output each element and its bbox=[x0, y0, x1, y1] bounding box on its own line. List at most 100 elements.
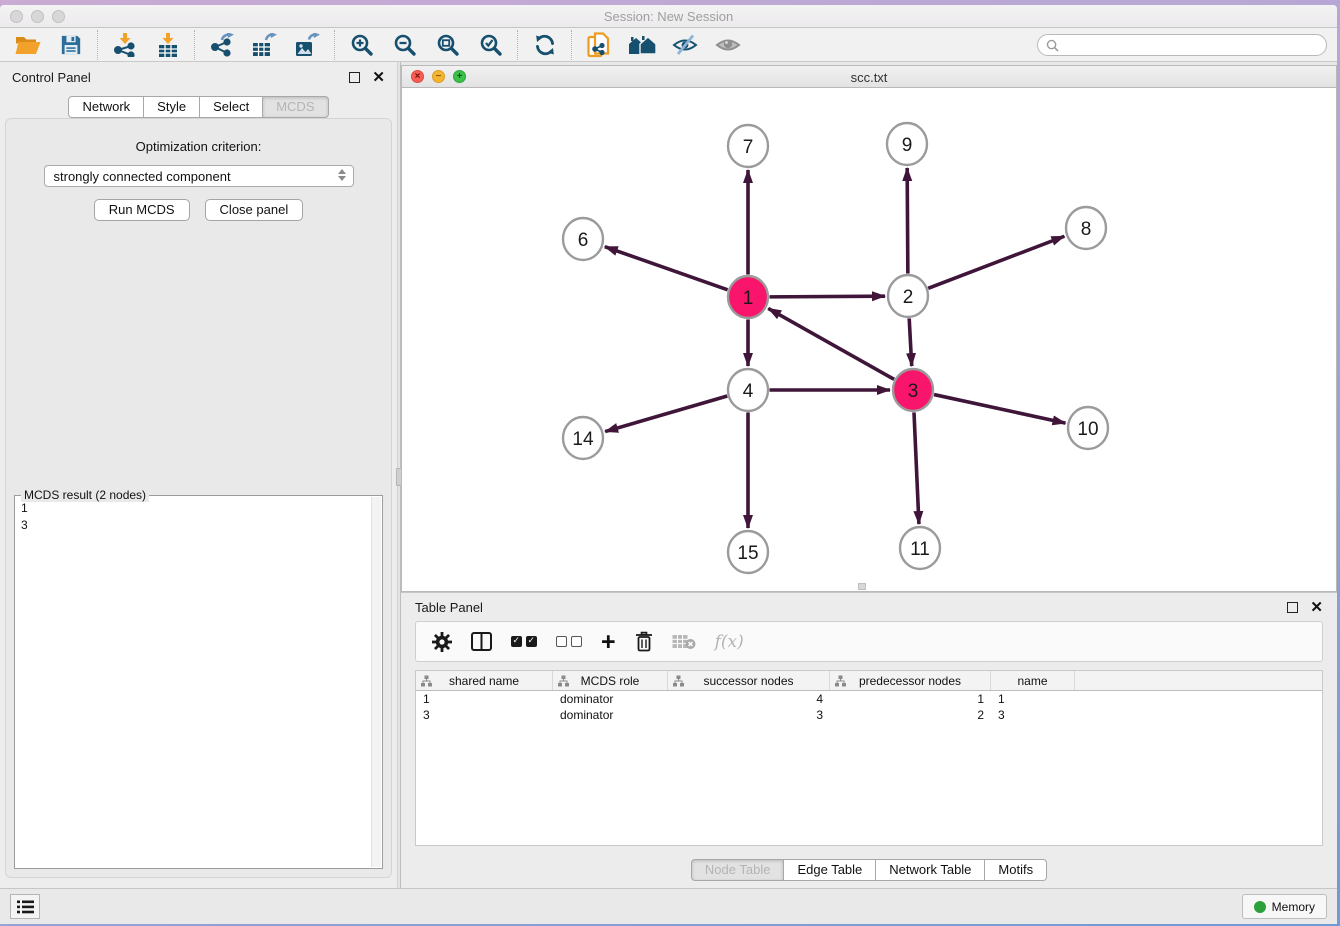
tab-select[interactable]: Select bbox=[200, 96, 263, 118]
float-panel-icon[interactable] bbox=[349, 72, 360, 83]
open-session-button[interactable] bbox=[6, 29, 49, 61]
toolbar-separator bbox=[517, 30, 518, 60]
column-header-name[interactable]: name bbox=[991, 671, 1075, 690]
node-7[interactable]: 7 bbox=[728, 125, 768, 167]
network-scrollbar-grip[interactable] bbox=[858, 583, 866, 590]
node-15[interactable]: 15 bbox=[728, 531, 768, 573]
task-history-button[interactable] bbox=[10, 894, 40, 919]
table-row[interactable]: 1dominator411 bbox=[416, 691, 1322, 707]
select-all-checkboxes-button[interactable] bbox=[511, 636, 537, 647]
tab-motifs[interactable]: Motifs bbox=[985, 859, 1047, 881]
columns-icon bbox=[471, 632, 492, 651]
network-window-titlebar[interactable]: × − + scc.txt bbox=[401, 65, 1337, 88]
table-cell[interactable]: 2 bbox=[830, 708, 991, 722]
node-9[interactable]: 9 bbox=[887, 123, 927, 165]
export-network-button[interactable] bbox=[200, 29, 243, 61]
table-cell[interactable]: 1 bbox=[991, 692, 1075, 706]
show-panel-button[interactable] bbox=[706, 29, 749, 61]
tab-network-table[interactable]: Network Table bbox=[876, 859, 985, 881]
table-row[interactable]: 3dominator323 bbox=[416, 707, 1322, 723]
node-label: 6 bbox=[578, 230, 589, 251]
close-panel-icon[interactable]: ✕ bbox=[372, 72, 385, 83]
node-label: 2 bbox=[903, 287, 914, 308]
table-options-gear-button[interactable] bbox=[432, 632, 452, 652]
node-8[interactable]: 8 bbox=[1066, 207, 1106, 249]
column-header-predecessor-nodes[interactable]: predecessor nodes bbox=[830, 671, 991, 690]
zoom-out-button[interactable] bbox=[383, 29, 426, 61]
add-column-button[interactable]: + bbox=[601, 632, 616, 652]
node-11[interactable]: 11 bbox=[900, 527, 940, 569]
table-header-row: shared nameMCDS rolesuccessor nodesprede… bbox=[416, 671, 1322, 691]
save-floppy-icon bbox=[60, 34, 82, 56]
edge-2-3[interactable] bbox=[909, 318, 912, 366]
zoom-selected-button[interactable] bbox=[469, 29, 512, 61]
result-scrollbar[interactable] bbox=[371, 497, 381, 867]
delete-table-button[interactable] bbox=[672, 634, 696, 650]
mcds-result-title: MCDS result (2 nodes) bbox=[21, 488, 149, 502]
tab-mcds[interactable]: MCDS bbox=[263, 96, 328, 118]
edge-1-6[interactable] bbox=[605, 247, 728, 290]
table-cell[interactable]: 3 bbox=[668, 708, 830, 722]
node-1[interactable]: 1 bbox=[728, 276, 768, 318]
edge-3-11[interactable] bbox=[914, 412, 919, 524]
table-cell[interactable]: 1 bbox=[830, 692, 991, 706]
tab-edge-table[interactable]: Edge Table bbox=[784, 859, 876, 881]
result-line: 1 bbox=[21, 500, 376, 517]
node-3[interactable]: 3 bbox=[893, 369, 933, 411]
edge-3-1[interactable] bbox=[768, 308, 894, 379]
node-table: shared nameMCDS rolesuccessor nodesprede… bbox=[415, 670, 1323, 846]
tab-style[interactable]: Style bbox=[144, 96, 200, 118]
select-chevrons-icon bbox=[338, 169, 346, 181]
column-header-successor-nodes[interactable]: successor nodes bbox=[668, 671, 830, 690]
tab-node-table[interactable]: Node Table bbox=[691, 859, 785, 881]
deselect-all-checkboxes-button[interactable] bbox=[556, 636, 582, 647]
edge-4-14[interactable] bbox=[605, 396, 727, 432]
table-cell[interactable]: 3 bbox=[991, 708, 1075, 722]
zoom-fit-button[interactable] bbox=[426, 29, 469, 61]
optimization-criterion-label: Optimization criterion: bbox=[6, 139, 391, 154]
clone-network-button[interactable] bbox=[577, 29, 620, 61]
tab-network[interactable]: Network bbox=[68, 96, 144, 118]
import-network-button[interactable] bbox=[103, 29, 146, 61]
refresh-network-button[interactable] bbox=[523, 29, 566, 61]
node-14[interactable]: 14 bbox=[563, 417, 603, 459]
node-6[interactable]: 6 bbox=[563, 218, 603, 260]
table-cell[interactable]: dominator bbox=[553, 708, 668, 722]
edge-1-2[interactable] bbox=[769, 296, 885, 297]
search-input[interactable] bbox=[1064, 38, 1318, 52]
hide-panel-button[interactable] bbox=[663, 29, 706, 61]
table-cell[interactable]: 4 bbox=[668, 692, 830, 706]
zoom-in-button[interactable] bbox=[340, 29, 383, 61]
delete-columns-button[interactable] bbox=[635, 631, 653, 652]
export-image-button[interactable] bbox=[286, 29, 329, 61]
edge-2-8[interactable] bbox=[928, 236, 1064, 288]
table-cell[interactable]: 3 bbox=[416, 708, 553, 722]
toolbar-separator bbox=[194, 30, 195, 60]
node-4[interactable]: 4 bbox=[728, 369, 768, 411]
float-table-panel-icon[interactable] bbox=[1287, 602, 1298, 613]
memory-button[interactable]: Memory bbox=[1242, 894, 1327, 919]
delete-table-icon bbox=[672, 634, 696, 650]
edge-2-9[interactable] bbox=[907, 168, 908, 274]
node-10[interactable]: 10 bbox=[1068, 407, 1108, 449]
search-field[interactable] bbox=[1037, 34, 1327, 56]
function-builder-button[interactable]: f(x) bbox=[715, 632, 744, 652]
table-cell[interactable]: 1 bbox=[416, 692, 553, 706]
toolbar-separator bbox=[334, 30, 335, 60]
criterion-select[interactable]: strongly connected component bbox=[44, 165, 354, 187]
network-canvas[interactable]: 7 9 6 8 1 2 4 3 14 10 15 11 bbox=[402, 88, 1336, 591]
export-table-button[interactable] bbox=[243, 29, 286, 61]
show-column-button[interactable] bbox=[471, 632, 492, 651]
node-2[interactable]: 2 bbox=[888, 275, 928, 317]
import-table-button[interactable] bbox=[146, 29, 189, 61]
network-view[interactable]: 7 9 6 8 1 2 4 3 14 10 15 11 bbox=[401, 88, 1337, 592]
column-header-mcds-role[interactable]: MCDS role bbox=[553, 671, 668, 690]
column-header-shared-name[interactable]: shared name bbox=[416, 671, 553, 690]
table-cell[interactable]: dominator bbox=[553, 692, 668, 706]
run-mcds-button[interactable]: Run MCDS bbox=[94, 199, 190, 221]
edge-3-10[interactable] bbox=[934, 395, 1065, 424]
home-button[interactable] bbox=[620, 29, 663, 61]
close-panel-button[interactable]: Close panel bbox=[205, 199, 304, 221]
save-session-button[interactable] bbox=[49, 29, 92, 61]
close-table-panel-icon[interactable]: ✕ bbox=[1310, 602, 1323, 613]
